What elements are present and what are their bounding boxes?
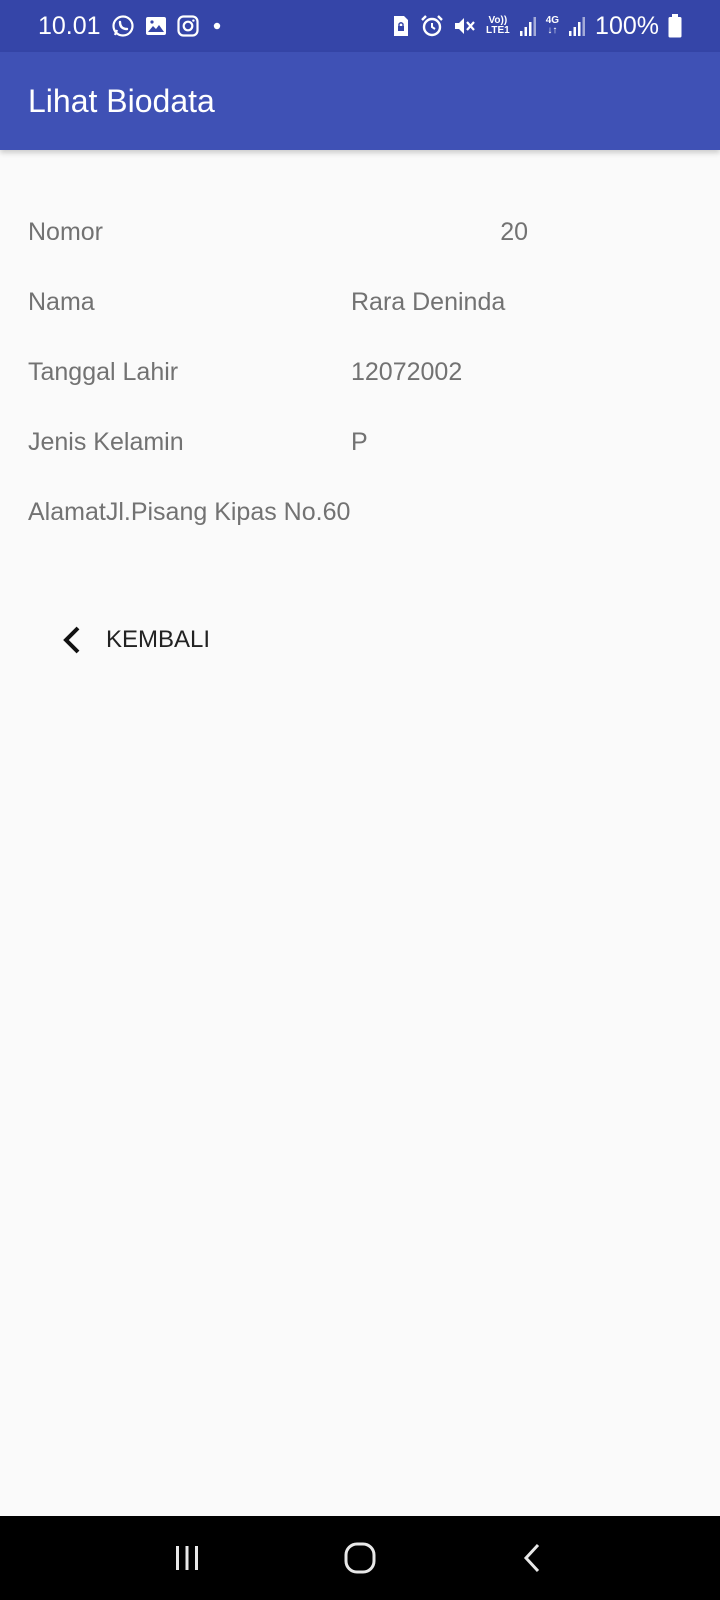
kembali-label: KEMBALI — [106, 626, 211, 653]
recent-apps-icon — [175, 1546, 198, 1570]
nav-bar — [0, 1516, 720, 1600]
nomor-label: Nomor — [28, 218, 104, 246]
jenis-kelamin-value: P — [351, 428, 368, 456]
page-title: Lihat Biodata — [28, 82, 215, 119]
status-left: 10.01 — [38, 12, 225, 41]
status-time: 10.01 — [38, 11, 101, 40]
jenis-kelamin-label: Jenis Kelamin — [28, 428, 184, 456]
nomor-value: 20 — [500, 218, 528, 246]
recent-apps-button[interactable] — [157, 1528, 217, 1588]
signal-icon — [519, 12, 537, 40]
app-bar: Lihat Biodata — [0, 52, 720, 150]
mute-icon — [453, 12, 477, 40]
status-right: Vo)) LTE1 4G ↓↑ 100% — [391, 12, 682, 41]
signal-icon-2 — [568, 12, 586, 40]
nama-value: Rara Deninda — [351, 288, 506, 316]
chevron-left-icon — [63, 626, 80, 654]
battery-icon — [668, 12, 682, 40]
instagram-icon — [176, 12, 199, 40]
tanggal-lahir-label: Tanggal Lahir — [28, 358, 179, 386]
gallery-icon — [145, 12, 167, 40]
sim-lock-icon — [391, 12, 411, 40]
alamat-label: Alamat — [28, 498, 106, 526]
home-icon — [344, 1542, 376, 1574]
row-nama: Nama Rara Deninda — [28, 280, 528, 324]
dot-icon — [209, 12, 225, 40]
4g-icon: 4G ↓↑ — [546, 12, 559, 40]
data-arrows: ↓↑ — [547, 25, 558, 36]
alamat-text: AlamatJl.Pisang Kipas No.60 — [28, 498, 350, 527]
alarm-icon — [420, 12, 444, 40]
back-icon — [524, 1543, 540, 1573]
alamat-value: Jl.Pisang Kipas No.60 — [105, 498, 351, 526]
status-bar: 10.01 Vo)) LTE1 4G ↓↑ 100% — [0, 0, 720, 52]
volte-icon: Vo)) LTE1 — [486, 12, 510, 40]
kembali-button[interactable]: KEMBALI — [60, 612, 240, 668]
row-tanggal-lahir: Tanggal Lahir 12072002 — [28, 350, 528, 394]
row-nomor: Nomor 20 — [28, 210, 528, 254]
lte-label: LTE1 — [485, 25, 510, 36]
nama-label: Nama — [28, 288, 95, 316]
battery-percent: 100% — [595, 11, 659, 40]
row-alamat: AlamatJl.Pisang Kipas No.60 — [28, 490, 428, 534]
back-nav-button[interactable] — [503, 1528, 563, 1588]
row-jenis-kelamin: Jenis Kelamin P — [28, 420, 528, 464]
tanggal-lahir-value: 12072002 — [351, 358, 463, 386]
whatsapp-icon — [111, 12, 135, 40]
home-button[interactable] — [330, 1528, 390, 1588]
